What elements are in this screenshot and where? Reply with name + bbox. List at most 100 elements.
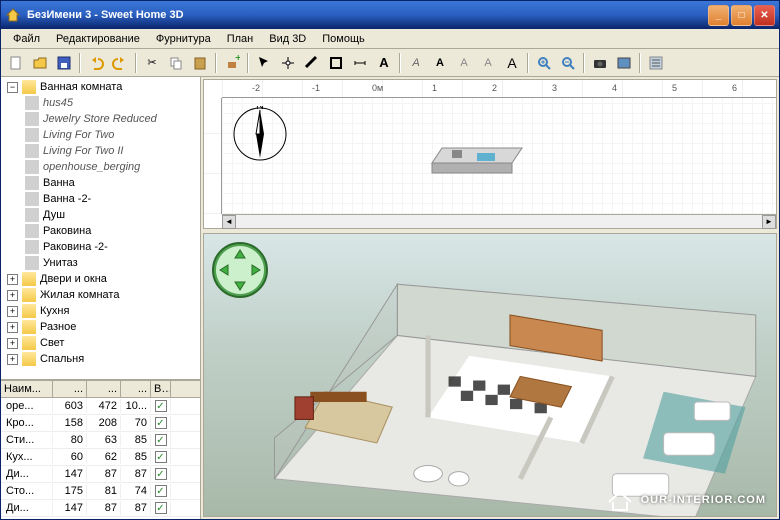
folder-icon — [22, 336, 36, 350]
tree-category[interactable]: +Двери и окна — [3, 271, 198, 287]
col-height[interactable]: ... — [121, 381, 151, 397]
tree-item[interactable]: Раковина — [3, 223, 198, 239]
camera-icon[interactable] — [589, 52, 611, 74]
folder-icon — [22, 352, 36, 366]
tree-root[interactable]: −Ванная комната — [3, 79, 198, 95]
checkbox[interactable]: ✓ — [155, 468, 167, 480]
tree-item[interactable]: Ванна — [3, 175, 198, 191]
tree-item[interactable]: Living For Two II — [3, 143, 198, 159]
tree-item[interactable]: Ванна -2- — [3, 191, 198, 207]
tree-category[interactable]: +Разное — [3, 319, 198, 335]
minimize-button[interactable]: _ — [708, 5, 729, 26]
titlebar: БезИмени 3 - Sweet Home 3D _ □ ✕ — [1, 1, 779, 29]
item-icon — [25, 128, 39, 142]
tree-item[interactable]: Jewelry Store Reduced — [3, 111, 198, 127]
bold-icon[interactable]: A — [429, 52, 451, 74]
menu-plan[interactable]: План — [219, 31, 262, 46]
checkbox[interactable]: ✓ — [155, 451, 167, 463]
item-icon — [25, 208, 39, 222]
item-icon — [25, 112, 39, 126]
menu-3dview[interactable]: Вид 3D — [261, 31, 314, 46]
col-name[interactable]: Наим... — [1, 381, 53, 397]
photo-icon[interactable] — [613, 52, 635, 74]
folder-icon — [22, 320, 36, 334]
menu-file[interactable]: Файл — [5, 31, 48, 46]
ruler-horizontal: -2 -1 0м 1 2 3 4 5 6 — [222, 80, 776, 98]
select-icon[interactable] — [253, 52, 275, 74]
folder-icon — [22, 304, 36, 318]
close-button[interactable]: ✕ — [754, 5, 775, 26]
house-icon — [605, 488, 635, 512]
item-icon — [25, 160, 39, 174]
save-icon[interactable] — [53, 52, 75, 74]
style3-icon[interactable]: A — [501, 52, 523, 74]
plan-view[interactable]: -2 -1 0м 1 2 3 4 5 6 N ◄ — [203, 79, 777, 229]
preferences-icon[interactable] — [645, 52, 667, 74]
pan-icon[interactable] — [277, 52, 299, 74]
copy-icon[interactable] — [165, 52, 187, 74]
menu-edit[interactable]: Редактирование — [48, 31, 148, 46]
catalog-tree[interactable]: −Ванная комната hus45Jewelry Store Reduc… — [1, 77, 200, 379]
plan-canvas[interactable]: N — [222, 98, 776, 214]
col-visible[interactable]: В... — [151, 381, 171, 397]
tree-category[interactable]: +Жилая комната — [3, 287, 198, 303]
tree-item[interactable]: Душ — [3, 207, 198, 223]
wall-icon[interactable] — [301, 52, 323, 74]
text3d-icon[interactable]: A — [405, 52, 427, 74]
tree-item[interactable]: openhouse_berging — [3, 159, 198, 175]
text-icon[interactable]: A — [373, 52, 395, 74]
checkbox[interactable]: ✓ — [155, 502, 167, 514]
table-row[interactable]: оре...60347210...✓ — [1, 398, 200, 415]
tree-item[interactable]: Living For Two — [3, 127, 198, 143]
checkbox[interactable]: ✓ — [155, 400, 167, 412]
table-row[interactable]: Ди...1478787✓ — [1, 466, 200, 483]
scroll-right-icon[interactable]: ► — [762, 215, 776, 229]
tree-category[interactable]: +Свет — [3, 335, 198, 351]
table-row[interactable]: Сти...806385✓ — [1, 432, 200, 449]
style1-icon[interactable]: A — [453, 52, 475, 74]
item-icon — [25, 240, 39, 254]
room-icon[interactable] — [325, 52, 347, 74]
compass-icon[interactable]: N — [232, 106, 288, 162]
col-depth[interactable]: ... — [87, 381, 121, 397]
plan-scrollbar[interactable]: ◄ ► — [222, 214, 776, 228]
3d-view[interactable]: OUR-INTERIOR.COM — [203, 233, 777, 517]
open-icon[interactable] — [29, 52, 51, 74]
table-header[interactable]: Наим... ... ... ... В... — [1, 381, 200, 398]
table-row[interactable]: Кро...15820870✓ — [1, 415, 200, 432]
new-icon[interactable] — [5, 52, 27, 74]
cut-icon[interactable]: ✂ — [141, 52, 163, 74]
item-icon — [25, 256, 39, 270]
undo-icon[interactable] — [85, 52, 107, 74]
watermark: OUR-INTERIOR.COM — [605, 488, 766, 512]
menu-help[interactable]: Помощь — [314, 31, 373, 46]
maximize-button[interactable]: □ — [731, 5, 752, 26]
menu-furniture[interactable]: Фурнитура — [148, 31, 219, 46]
table-row[interactable]: Ди...1478787✓ — [1, 500, 200, 517]
tree-category[interactable]: +Спальня — [3, 351, 198, 367]
scroll-left-icon[interactable]: ◄ — [222, 215, 236, 229]
zoom-out-icon[interactable] — [557, 52, 579, 74]
add-furniture-icon[interactable]: + — [221, 52, 243, 74]
dimension-icon[interactable] — [349, 52, 371, 74]
table-row[interactable]: Сто...1758174✓ — [1, 483, 200, 500]
folder-icon — [22, 80, 36, 94]
plan-model-preview[interactable] — [422, 128, 542, 178]
3d-scene — [254, 274, 766, 517]
paste-icon[interactable] — [189, 52, 211, 74]
style2-icon[interactable]: A — [477, 52, 499, 74]
app-icon — [5, 7, 21, 23]
item-icon — [25, 96, 39, 110]
col-width[interactable]: ... — [53, 381, 87, 397]
table-row[interactable]: Кух...606285✓ — [1, 449, 200, 466]
checkbox[interactable]: ✓ — [155, 485, 167, 497]
tree-category[interactable]: +Кухня — [3, 303, 198, 319]
checkbox[interactable]: ✓ — [155, 417, 167, 429]
tree-item[interactable]: Раковина -2- — [3, 239, 198, 255]
redo-icon[interactable] — [109, 52, 131, 74]
tree-item[interactable]: Унитаз — [3, 255, 198, 271]
checkbox[interactable]: ✓ — [155, 434, 167, 446]
toolbar: ✂ + A A A A A A — [1, 49, 779, 77]
zoom-in-icon[interactable] — [533, 52, 555, 74]
tree-item[interactable]: hus45 — [3, 95, 198, 111]
